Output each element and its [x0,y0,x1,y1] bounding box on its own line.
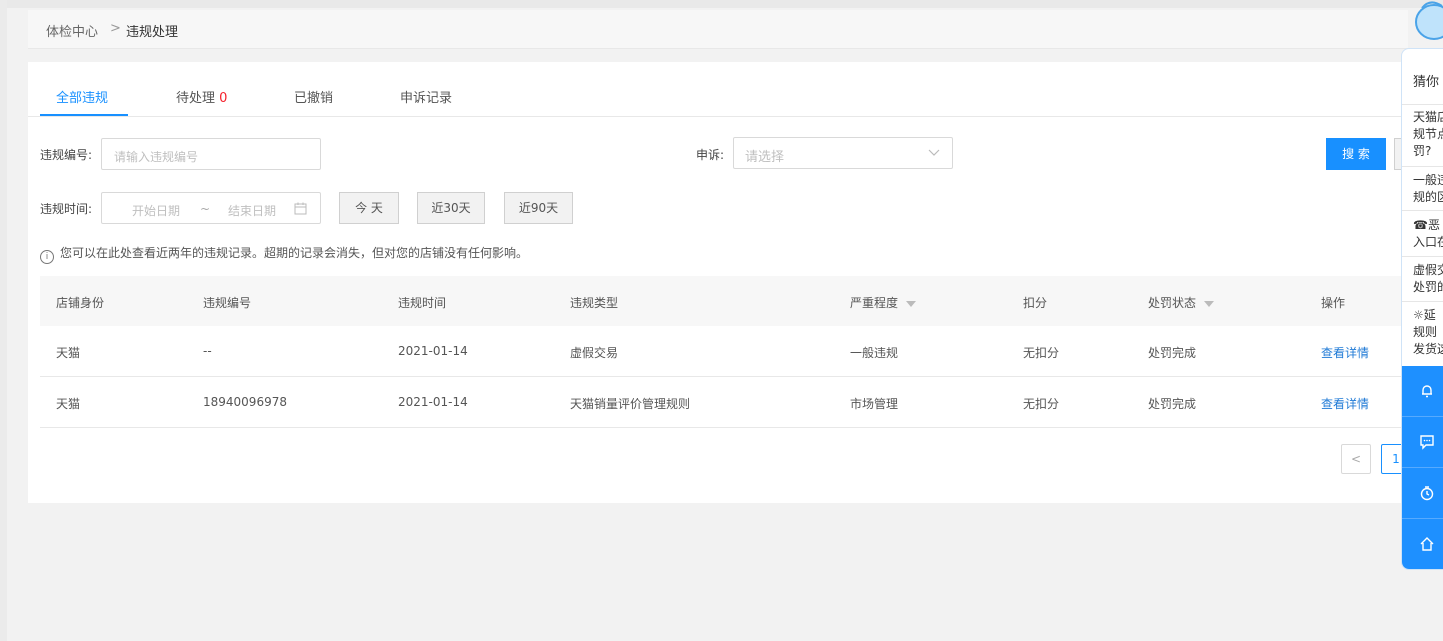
appeal-select[interactable]: 请选择 [733,137,953,169]
date-range-separator: ~ [200,202,211,216]
breadcrumb-root[interactable]: 体检中心 [46,21,98,40]
quick-90-days-button[interactable]: 近90天 [504,192,573,224]
col-violation-time: 违规时间 [398,296,447,310]
filter-icon[interactable] [1204,300,1215,307]
notification-button[interactable] [1402,366,1443,417]
violation-time-label: 违规时间: [40,202,93,216]
tab-pending[interactable]: 待处理 0 [176,87,227,106]
breadcrumb: 体检中心 > 违规处理 [28,10,1408,49]
retention-notice: i 您可以在此处查看近两年的违规记录。超期的记录会消失，但对您的店铺没有任何影响。 [40,244,528,264]
tab-revoked[interactable]: 已撤销 [294,87,333,106]
tab-appeal-records[interactable]: 申诉记录 [400,87,452,106]
filter-icon[interactable] [906,300,917,307]
end-date-input[interactable]: 结束日期 [228,202,276,219]
home-icon [1420,537,1434,551]
info-icon: i [40,250,54,264]
home-button[interactable] [1402,519,1443,569]
faq-item[interactable]: 虚假交 处罚的 [1413,262,1443,296]
table-header: 店铺身份 违规编号 违规时间 违规类型 严重程度 扣分 处罚状态 操作 [40,276,1408,327]
active-tab-indicator [40,114,128,116]
violation-panel: 全部违规 待处理 0 已撤销 申诉记录 违规编号: 请输入违规编号 申诉: 请选… [28,62,1414,503]
date-range-picker[interactable]: 开始日期 ~ 结束日期 [101,192,321,224]
col-status[interactable]: 处罚状态 [1148,294,1215,311]
tab-bar: 全部违规 待处理 0 已撤销 申诉记录 [28,62,1408,117]
bell-icon [1422,385,1432,398]
table-row: 天猫 18940096978 2021-01-14 天猫销量评价管理规则 市场管… [40,377,1408,428]
pending-count: 0 [219,91,228,106]
col-shop: 店铺身份 [56,296,105,310]
prev-page-button[interactable]: < [1341,444,1371,474]
faq-item[interactable]: ☎恶 入口在 [1413,217,1443,251]
chat-icon [1420,435,1434,450]
tab-all-violations[interactable]: 全部违规 [56,87,108,106]
search-button[interactable]: 搜 索 [1326,138,1386,170]
calendar-icon [294,202,307,215]
assistant-toolbar [1402,366,1443,569]
mascot-icon[interactable] [1412,0,1443,44]
chat-button[interactable] [1402,417,1443,468]
faq-item[interactable]: 天猫店 规节点 罚? [1413,109,1443,160]
quick-today-button[interactable]: 今 天 [339,192,399,224]
assistant-title: 猜你 [1413,75,1440,90]
timer-icon [1420,486,1434,501]
start-date-input[interactable]: 开始日期 [132,202,180,219]
timer-button[interactable] [1402,468,1443,519]
assistant-panel: 猜你 天猫店 规节点 罚? 一般违 规的区 ☎恶 入口在 虚假交 处罚的 ☼延 … [1401,48,1443,570]
left-edge [0,0,7,641]
table-row: 天猫 -- 2021-01-14 虚假交易 一般违规 无扣分 处罚完成 查看详情 [40,326,1408,377]
col-violation-type: 违规类型 [570,296,619,310]
view-detail-link[interactable]: 查看详情 [1321,395,1369,412]
faq-item[interactable]: ☼延 规则 发货这 [1413,307,1443,358]
appeal-label: 申诉: [696,148,725,162]
chevron-down-icon [928,149,940,156]
breadcrumb-current: 违规处理 [126,25,179,40]
violation-no-input[interactable]: 请输入违规编号 [101,138,321,170]
view-detail-link[interactable]: 查看详情 [1321,344,1369,361]
col-severity[interactable]: 严重程度 [850,294,917,311]
quick-30-days-button[interactable]: 近30天 [417,192,485,224]
faq-item[interactable]: 一般违 规的区 [1413,172,1443,206]
top-strip [0,0,1443,8]
violation-no-label: 违规编号: [40,148,93,162]
col-points: 扣分 [1023,296,1048,310]
col-violation-no: 违规编号 [203,296,252,310]
col-action: 操作 [1321,296,1346,310]
breadcrumb-separator: > [110,21,121,36]
